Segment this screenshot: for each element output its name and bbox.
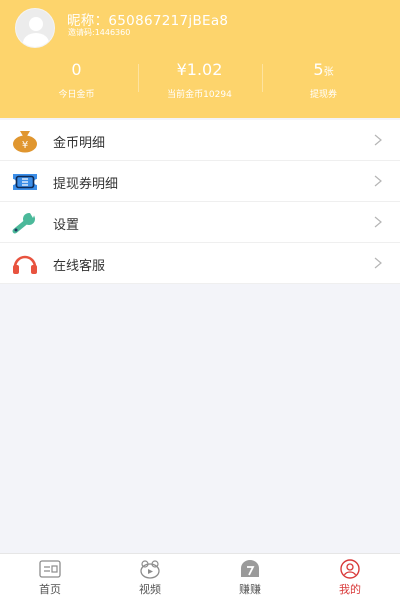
menu-item-coin-details[interactable]: ¥ 金币明细 (0, 120, 400, 161)
ticket-icon (13, 174, 37, 190)
menu-item-label: 在线客服 (53, 259, 106, 274)
stat-today-coins-value: 0 (71, 60, 82, 79)
menu-item-customer-service[interactable]: 在线客服 (0, 243, 400, 284)
stat-vouchers-value: 5张 (313, 60, 334, 79)
headset-icon (13, 255, 37, 274)
profile-header: 昵称：650867217jBEa8 邀请码:1446360 0 今日金币 ¥1.… (0, 0, 400, 118)
chevron-right-icon (374, 257, 382, 269)
chevron-right-icon (374, 134, 382, 146)
menu-item-label: 设置 (53, 218, 80, 233)
profile-icon (340, 559, 360, 579)
stat-vouchers-caption: 提现券 (309, 90, 337, 100)
tab-label: 我的 (339, 583, 361, 596)
chevron-right-icon (374, 175, 382, 187)
stat-current-coins-value: ¥1.02 (176, 60, 223, 79)
tab-video[interactable]: 视频 (100, 554, 200, 600)
tab-label: 首页 (39, 583, 61, 596)
tab-label: 赚赚 (239, 583, 261, 596)
chevron-right-icon (374, 216, 382, 228)
home-icon (39, 560, 61, 578)
coin-bag-icon: ¥ (13, 131, 37, 153)
stat-current-coins[interactable]: ¥1.02 当前金币10294 (133, 60, 266, 100)
tab-home[interactable]: 首页 (0, 554, 100, 600)
avatar-body (23, 33, 49, 47)
stat-current-coins-caption: 当前金币10294 (167, 90, 232, 100)
menu-list: ¥ 金币明细 提现券明细 设置 在线客服 (0, 120, 400, 284)
bottom-tab-bar: 首页 视频 赚赚 我的 (0, 553, 400, 600)
tab-label: 视频 (139, 583, 161, 596)
stat-vouchers[interactable]: 5张 提现券 (257, 60, 390, 100)
avatar[interactable] (15, 8, 55, 48)
menu-item-settings[interactable]: 设置 (0, 202, 400, 243)
tab-earn[interactable]: 赚赚 (200, 554, 300, 600)
menu-item-voucher-details[interactable]: 提现券明细 (0, 161, 400, 202)
earn-icon (241, 560, 259, 577)
invite-code: 邀请码:1446360 (68, 28, 131, 37)
video-icon (140, 560, 160, 579)
stat-today-coins-caption: 今日金币 (58, 90, 95, 100)
nickname: 昵称：650867217jBEa8 (67, 13, 229, 29)
tab-profile[interactable]: 我的 (300, 554, 400, 600)
avatar-head (29, 17, 43, 31)
svg-text:¥: ¥ (22, 140, 28, 151)
menu-item-label: 提现券明细 (53, 177, 119, 192)
stat-today-coins[interactable]: 0 今日金币 (10, 60, 143, 100)
wrench-icon (12, 213, 35, 234)
menu-item-label: 金币明细 (53, 136, 106, 151)
